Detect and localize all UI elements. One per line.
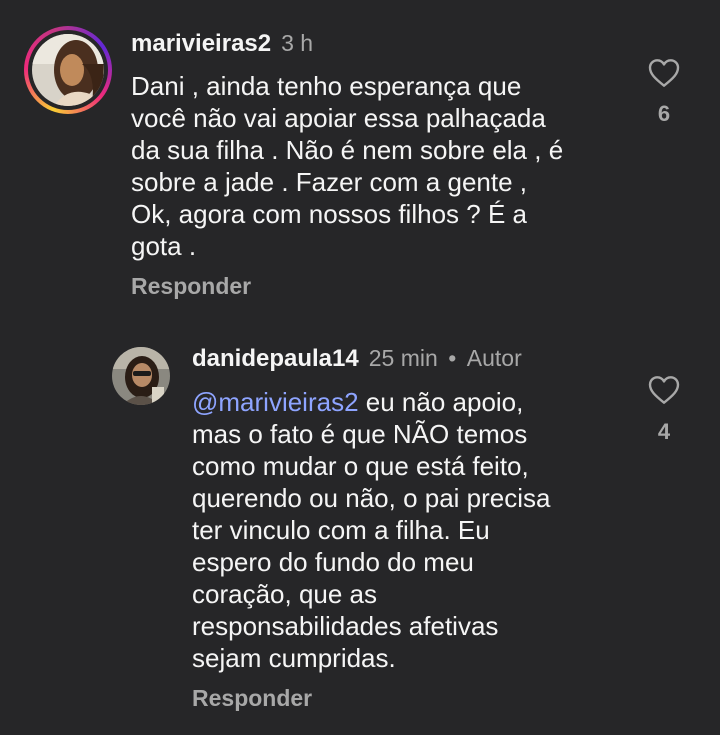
comment-text: Dani , ainda tenho esperança que você nã… [131, 71, 564, 261]
avatar[interactable] [112, 347, 170, 405]
comment: marivieiras2 3 h Dani , ainda tenho esper… [0, 0, 720, 320]
reply-button[interactable]: Responder [131, 273, 251, 300]
reply-button[interactable]: Responder [192, 685, 312, 712]
heart-outline-icon[interactable] [648, 58, 680, 88]
comment-header: danidepaula14 25 min • Autor [192, 345, 522, 373]
username[interactable]: marivieiras2 [131, 30, 271, 57]
like-count: 4 [657, 419, 671, 444]
like-count: 6 [657, 101, 671, 126]
comment-text: @marivieiras2 eu não apoio, mas o fato é… [192, 386, 622, 674]
timestamp: 3 h [281, 30, 314, 56]
timestamp: 25 min [368, 345, 438, 371]
comment-body: eu não apoio, mas o fato é que NÃO temos… [192, 387, 551, 673]
comment-header: marivieiras2 3 h [131, 30, 313, 58]
comment-reply: danidepaula14 25 min • Autor @marivieiras… [0, 330, 720, 735]
heart-outline-icon[interactable] [648, 375, 680, 405]
separator-dot: • [448, 345, 457, 371]
author-badge: Autor [466, 345, 522, 371]
mention-link[interactable]: @marivieiras2 [192, 387, 359, 417]
username[interactable]: danidepaula14 [192, 345, 359, 372]
avatar[interactable] [32, 34, 104, 106]
story-ring[interactable] [24, 26, 112, 114]
